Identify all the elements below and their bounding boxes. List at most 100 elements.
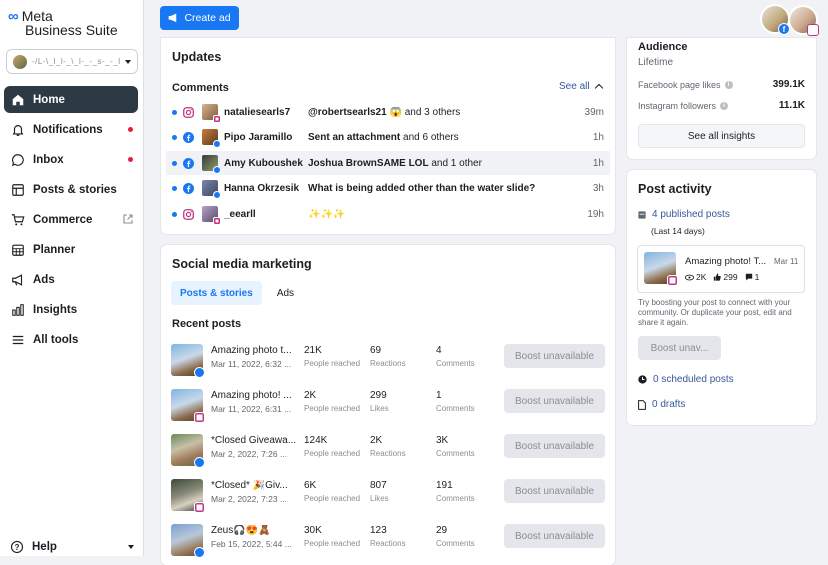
account-selector[interactable]: -/L-\_l_l-_\_l-_-_s-_-_l-_l-_-_s [6, 49, 138, 74]
nav-item-commerce[interactable]: Commerce [4, 206, 138, 233]
post-thumbnail [644, 252, 678, 286]
recent-post-row[interactable]: *Closed* 🎉Giv... Mar 2, 2022, 7:23 ... 6K P… [171, 476, 607, 513]
boost-unavailable-button[interactable]: Boost unavailable [504, 434, 605, 458]
info-icon[interactable]: i [724, 80, 733, 89]
drafts-label: 0 drafts [652, 399, 686, 410]
metric-value: 3K [436, 435, 449, 446]
instagram-icon [213, 217, 221, 225]
meta-business-suite-logo[interactable]: ∞ Meta Business Suite [8, 9, 138, 38]
stat-label: Instagram followers [638, 100, 717, 111]
boost-unavailable-button[interactable]: Boost unavailable [504, 344, 605, 368]
updates-card: Updates Comments See all nataliesearls7 @… [161, 38, 615, 234]
boost-unavailable-button[interactable]: Boost unavailable [504, 479, 605, 503]
recent-posts-label: Recent posts [172, 318, 242, 330]
nav-item-all-tools[interactable]: All tools [4, 326, 138, 353]
post-date: Feb 15, 2022, 5:44 ... [211, 539, 292, 549]
bell-icon [11, 123, 25, 137]
reach-stat: 2K [685, 272, 706, 282]
home-icon [11, 93, 25, 107]
clock-icon [638, 375, 647, 384]
unread-dot [172, 185, 177, 191]
comment-rest: and 6 others [400, 131, 459, 143]
boost-unavailable-button[interactable]: Boost unav... [638, 336, 721, 360]
comments-stat: 1 [745, 272, 760, 282]
comment-time: 19h [587, 208, 604, 220]
recent-post-row[interactable]: Zeus🎧😍🧸 Feb 15, 2022, 5:44 ... 30K People r… [171, 521, 607, 558]
instagram-icon [194, 411, 205, 423]
scheduled-label: 0 scheduled posts [653, 374, 734, 385]
recent-post-row[interactable]: Amazing photo t... Mar 11, 2022, 6:32 ...… [171, 341, 607, 378]
draft-icon [638, 399, 646, 410]
tab-posts-stories[interactable]: Posts & stories [171, 281, 262, 305]
comment-text: ✨✨✨ [308, 209, 570, 220]
product-name: Business Suite [25, 22, 118, 38]
account-avatars[interactable]: f [760, 4, 824, 36]
nav-item-insights[interactable]: Insights [4, 296, 138, 323]
comment-row[interactable]: _eearll ✨✨✨ 19h [166, 202, 610, 226]
scheduled-posts-link[interactable]: 0 scheduled posts [638, 374, 734, 385]
commenter-avatar [202, 180, 221, 199]
latest-post-preview[interactable]: Amazing photo! T... Mar 11 2K 299 1 [637, 245, 805, 293]
nav-item-notifications[interactable]: Notifications [4, 116, 138, 143]
info-icon[interactable]: i [720, 101, 729, 110]
nav-item-home[interactable]: Home [4, 86, 138, 113]
comment-row[interactable]: Pipo Jaramillo Sent an attachment and 6 o… [166, 125, 610, 149]
commenter-name: Hanna Okrzesik [224, 182, 300, 194]
published-posts-link[interactable]: 4 published posts [638, 209, 730, 220]
sidebar: ∞ Meta Business Suite -/L-\_l_l-_\_l-_-_… [0, 0, 144, 556]
nav-item-inbox[interactable]: Inbox [4, 146, 138, 173]
instagram-icon [213, 115, 221, 123]
facebook-likes-stat: Facebook page likes i 399.1K [638, 79, 805, 90]
comment-rest: and 3 others [401, 106, 461, 118]
comments-value: 1 [754, 272, 760, 282]
create-ad-button[interactable]: Create ad [160, 6, 239, 30]
comment-row[interactable]: nataliesearls7 @robertsearls21 😱 and 3 ot… [166, 100, 610, 124]
nav-label: Ads [33, 273, 55, 286]
comment-rest: and 1 other [428, 157, 482, 169]
recent-post-row[interactable]: *Closed Giveawa... Mar 2, 2022, 7:26 ... 1… [171, 431, 607, 468]
boost-unavailable-button[interactable]: Boost unavailable [504, 524, 605, 548]
post-date: Mar 2, 2022, 7:23 ... [211, 494, 288, 504]
see-all-label: See all [559, 81, 590, 92]
nav-label: Planner [33, 243, 76, 256]
stat-value: 399.1K [772, 79, 805, 90]
account-avatar [13, 54, 27, 69]
engagement-metric: 299 Likes [370, 390, 389, 413]
nav-label: Insights [33, 303, 78, 316]
metric-label: People reached [304, 494, 361, 503]
post-thumbnail [171, 343, 205, 378]
metric-label: Likes [370, 404, 389, 413]
comments-metric: 4 Comments [436, 345, 475, 368]
see-all-insights-button[interactable]: See all insights [638, 124, 805, 148]
nav-item-ads[interactable]: Ads [4, 266, 138, 293]
reach-value: 2K [696, 272, 707, 282]
boost-unavailable-button[interactable]: Boost unavailable [504, 389, 605, 413]
inbox-dot [128, 157, 133, 162]
commenter-name: nataliesearls7 [224, 106, 291, 118]
facebook-icon [183, 182, 194, 194]
recent-post-row[interactable]: Amazing photo! ... Mar 11, 2022, 6:31 ...… [171, 386, 607, 423]
see-all-comments-link[interactable]: See all [559, 81, 603, 93]
engagement-metric: 69 Reactions [370, 345, 406, 368]
comment-row[interactable]: Amy Kuboushek Joshua BrownSAME LOL and 1 … [166, 151, 610, 175]
help-menu[interactable]: ? Help [10, 538, 134, 556]
likes-value: 299 [723, 272, 738, 282]
metric-label: Reactions [370, 449, 406, 458]
tab-ads[interactable]: Ads [268, 281, 303, 305]
comment-row[interactable]: Hanna Okrzesik What is being added other … [166, 176, 610, 200]
unread-dot [172, 160, 177, 166]
nav-label: Commerce [33, 213, 93, 226]
nav-item-posts-stories[interactable]: Posts & stories [4, 176, 138, 203]
mini-post-date: Mar 11 [774, 257, 799, 266]
commenter-avatar [202, 206, 221, 225]
chat-icon [11, 153, 25, 167]
comment-bold: Joshua BrownSAME LOL [308, 157, 429, 169]
nav-item-planner[interactable]: Planner [4, 236, 138, 263]
drafts-link[interactable]: 0 drafts [638, 399, 685, 410]
stat-value: 11.1K [778, 100, 805, 111]
post-thumbnail [171, 478, 205, 513]
post-date: Mar 11, 2022, 6:31 ... [211, 404, 292, 414]
help-label: Help [32, 541, 57, 553]
facebook-icon [213, 166, 221, 174]
boost-suggestion-text: Try boosting your post to connect with y… [638, 298, 792, 327]
